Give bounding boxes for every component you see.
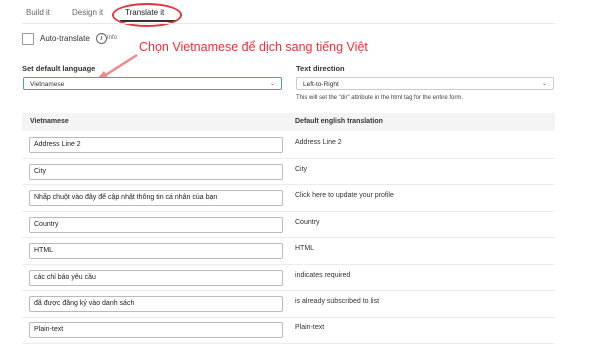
chevron-down-icon: ⌄ <box>269 81 275 87</box>
translation-input[interactable]: Address Line 2 <box>29 137 283 153</box>
default-language-select[interactable]: Vietnamese ⌄ <box>23 77 282 90</box>
translation-input[interactable]: đã được đăng ký vào danh sách <box>29 296 283 312</box>
translation-input[interactable]: Plain-text <box>29 322 283 338</box>
row-divider <box>22 158 555 159</box>
column-header-english: Default english translation <box>295 118 383 125</box>
row-divider <box>22 237 555 238</box>
english-text: Click here to update your profile <box>295 192 394 199</box>
translation-input[interactable]: City <box>29 164 283 180</box>
translation-input[interactable]: Country <box>29 217 283 233</box>
row-divider <box>22 184 555 185</box>
translation-table-header: Vietnamese Default english translation <box>22 113 555 131</box>
tab-design-it[interactable]: Design it <box>72 8 103 17</box>
chevron-down-icon: ⌄ <box>541 81 547 87</box>
info-label[interactable]: Info <box>107 35 117 41</box>
row-divider <box>22 317 555 318</box>
row-divider <box>22 264 555 265</box>
text-direction-select[interactable]: Left-to-Right ⌄ <box>296 77 554 90</box>
english-text: is already subscribed to list <box>295 298 380 305</box>
english-text: indicates required <box>295 272 351 279</box>
translation-input[interactable]: Nhấp chuột vào đây để cập nhật thông tin… <box>29 190 283 206</box>
column-header-vietnamese: Vietnamese <box>30 118 69 125</box>
row-divider <box>22 343 555 344</box>
translation-input[interactable]: HTML <box>29 243 283 259</box>
text-direction-label: Text direction <box>296 64 345 73</box>
auto-translate-checkbox[interactable] <box>22 33 34 45</box>
auto-translate-label: Auto-translate <box>40 34 90 43</box>
default-language-label: Set default language <box>22 64 96 73</box>
info-icon[interactable]: i <box>96 33 107 44</box>
row-divider <box>22 290 555 291</box>
text-direction-value: Left-to-Right <box>303 81 339 88</box>
text-direction-hint: This will set the "dir" attribute in the… <box>296 95 463 101</box>
default-language-value: Vietnamese <box>30 81 65 88</box>
english-text: Country <box>295 219 320 226</box>
tab-build-it[interactable]: Build it <box>26 8 50 17</box>
translation-input[interactable]: các chỉ báo yêu cầu <box>29 270 283 286</box>
english-text: HTML <box>295 245 315 252</box>
tab-divider <box>22 23 555 24</box>
english-text: City <box>295 166 308 173</box>
row-divider <box>22 211 555 212</box>
english-text: Plain-text <box>295 324 325 331</box>
tab-bar: Build it Design it Translate it <box>0 0 600 27</box>
english-text: Address Line 2 <box>295 139 342 146</box>
annotation-text: Chọn Vietnamese để dịch sang tiếng Việt <box>139 40 368 54</box>
